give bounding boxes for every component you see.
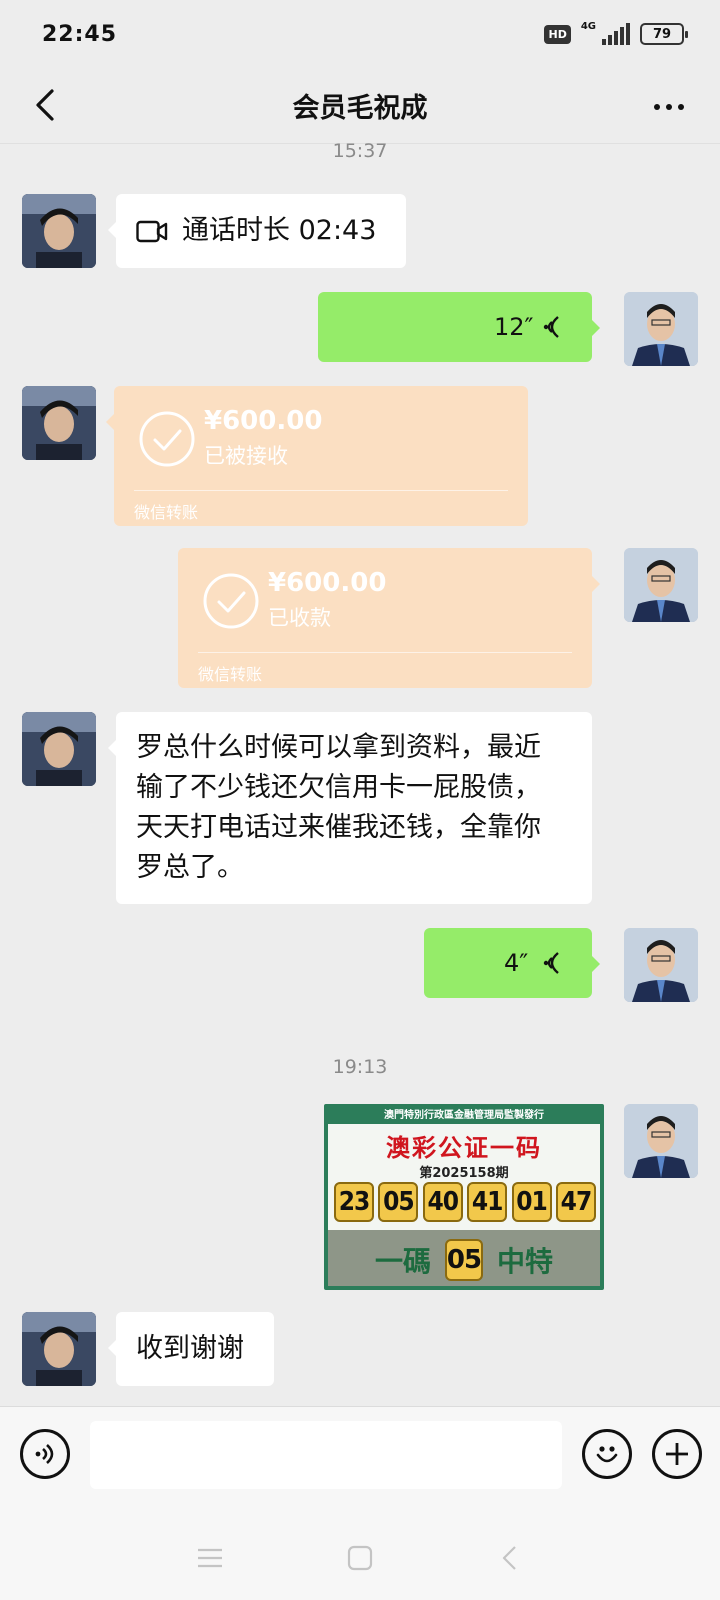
message-line: 罗总什么时候可以拿到资料，最近 — [136, 732, 541, 763]
contact-avatar[interactable] — [22, 712, 96, 786]
transfer-footer: 微信转账 — [134, 503, 199, 522]
status-time: 22:45 — [42, 21, 118, 47]
check-circle-icon — [202, 572, 260, 634]
check-circle-icon — [138, 410, 196, 472]
home-icon[interactable] — [340, 1538, 380, 1578]
system-nav-bar — [0, 1506, 720, 1600]
hd-badge: HD — [544, 24, 571, 44]
image-numbers: 23 05 40 41 01 47 — [334, 1182, 596, 1222]
call-duration-text: 通话时长 02:43 — [182, 215, 377, 246]
message-text: 罗总什么时候可以拿到资料，最近 输了不少钱还欠信用卡一屁股债， 天天打电话过来催… — [136, 728, 582, 888]
timestamp: 19:13 — [332, 1056, 388, 1078]
image-issue: 第2025158期 — [419, 1166, 509, 1181]
contact-avatar[interactable] — [22, 386, 96, 460]
image-bottom-left: 一碼 — [374, 1245, 431, 1278]
my-avatar[interactable] — [624, 548, 698, 622]
message-input[interactable] — [90, 1421, 562, 1489]
image-number: 47 — [555, 1182, 596, 1222]
input-bar — [0, 1406, 720, 1506]
voice-wave-icon — [540, 950, 562, 980]
menu-icon[interactable] — [190, 1538, 230, 1578]
image-title: 澳彩公证一码 — [386, 1133, 542, 1162]
image-message[interactable]: 澳門特別行政區金融管理局監製發行 澳彩公证一码 第2025158期 23 05 … — [324, 1104, 604, 1290]
image-number: 41 — [467, 1182, 508, 1222]
contact-avatar[interactable] — [22, 1312, 96, 1386]
transfer-status: 已被接收 — [204, 444, 288, 468]
contact-avatar[interactable] — [22, 194, 96, 268]
back-nav-icon[interactable] — [490, 1538, 530, 1578]
transfer-amount: ¥600.00 — [268, 568, 387, 598]
transfer-card[interactable]: ¥600.00 已收款 微信转账 — [178, 548, 600, 688]
more-icon[interactable] — [644, 82, 694, 132]
plus-icon[interactable] — [652, 1429, 702, 1479]
timestamp: 15:37 — [332, 140, 388, 162]
my-avatar[interactable] — [624, 292, 698, 366]
transfer-status: 已收款 — [268, 606, 331, 630]
chat-title: 会员毛祝成 — [292, 93, 428, 124]
transfer-footer: 微信转账 — [198, 665, 263, 684]
signal-icon — [602, 23, 630, 45]
video-call-icon — [136, 220, 168, 248]
message-text: 收到谢谢 — [136, 1333, 244, 1364]
voice-input-icon[interactable] — [20, 1429, 70, 1479]
image-top-text: 澳門特別行政區金融管理局監製發行 — [328, 1108, 600, 1124]
image-number: 40 — [422, 1182, 463, 1222]
text-message-bubble[interactable]: 罗总什么时候可以拿到资料，最近 输了不少钱还欠信用卡一屁股债， 天天打电话过来催… — [108, 712, 592, 904]
battery-icon: 79 — [640, 23, 688, 45]
image-number: 23 — [334, 1182, 374, 1222]
voice-duration: 4″ — [504, 949, 529, 977]
message-line: 天天打电话过来催我还钱，全靠你 — [136, 812, 541, 843]
image-number: 05 — [378, 1182, 419, 1222]
transfer-amount: ¥600.00 — [204, 406, 323, 436]
my-avatar[interactable] — [624, 1104, 698, 1178]
image-bottom-banner: 一碼 05 中特 — [328, 1230, 600, 1286]
voice-message-bubble[interactable]: 12″ — [318, 292, 600, 362]
transfer-card[interactable]: ¥600.00 已被接收 微信转账 — [106, 386, 528, 526]
voice-message-bubble[interactable]: 4″ — [424, 928, 600, 998]
network-type: 4G — [580, 21, 596, 32]
text-message-bubble[interactable]: 收到谢谢 — [108, 1312, 274, 1386]
emoji-icon[interactable] — [582, 1429, 632, 1479]
message-line: 输了不少钱还欠信用卡一屁股债， — [136, 772, 541, 803]
image-special-number: 05 — [445, 1239, 483, 1281]
image-bottom-right: 中特 — [497, 1245, 554, 1278]
status-bar: 22:45 HD 4G 79 — [0, 0, 720, 68]
status-icons: HD 4G 79 — [544, 21, 688, 45]
message-line: 罗总了。 — [136, 852, 244, 883]
voice-wave-icon — [540, 314, 562, 344]
back-icon[interactable] — [20, 80, 70, 130]
transfer-divider — [198, 652, 572, 653]
transfer-divider — [134, 490, 508, 491]
voice-duration: 12″ — [494, 313, 534, 341]
image-number: 01 — [511, 1182, 552, 1222]
chat-header: 会员毛祝成 — [0, 68, 720, 144]
my-avatar[interactable] — [624, 928, 698, 1002]
call-record-bubble[interactable]: 通话时长 02:43 — [108, 194, 406, 268]
